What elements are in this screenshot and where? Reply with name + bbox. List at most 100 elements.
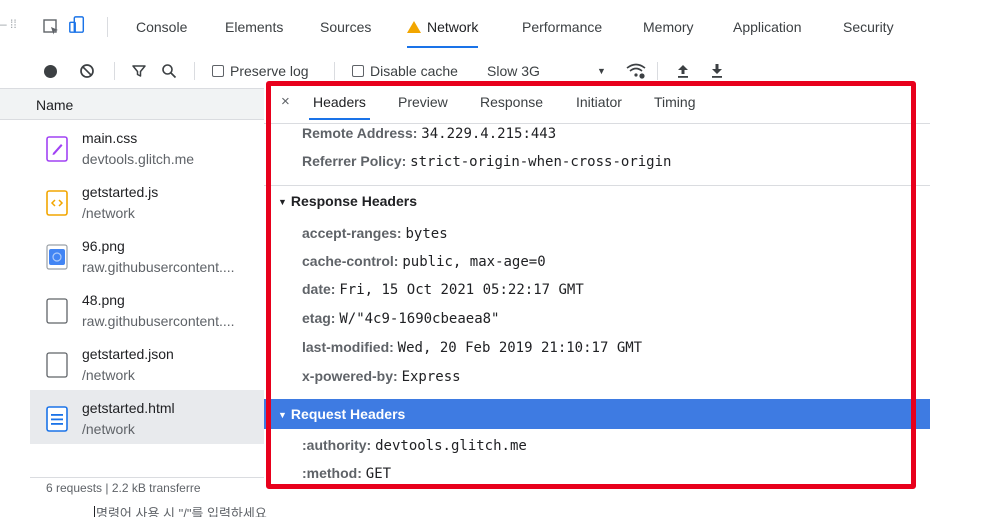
tab-network[interactable]: Network — [407, 8, 479, 61]
tab-elements[interactable]: Elements — [225, 8, 283, 46]
devtools-tab-bar: – ⁞⁞ Console Elements Sources Network Pe… — [0, 0, 930, 61]
header-value: 34.229.4.215:443 — [421, 126, 557, 142]
request-path: /network — [82, 205, 135, 221]
tab-sources[interactable]: Sources — [320, 8, 371, 46]
blank-file-icon — [46, 298, 68, 324]
triangle-down-icon: ▼ — [278, 410, 287, 420]
tab-timing[interactable]: Timing — [654, 94, 696, 110]
header-value: bytes — [405, 226, 448, 242]
drag-handle-icon[interactable]: – ⁞⁞ — [0, 17, 17, 31]
section-title: Request Headers — [290, 406, 406, 422]
response-header-row: date: Fri, 15 Oct 2021 05:22:17 GMT — [302, 281, 584, 298]
tab-console[interactable]: Console — [136, 8, 187, 46]
command-hint-text: 명령어 사용 시 "/"를 입력하세요 — [96, 506, 267, 517]
header-key: Remote Address: — [302, 125, 418, 141]
header-value: public, max-age=0 — [402, 254, 546, 270]
header-key: date: — [302, 281, 336, 297]
tab-response[interactable]: Response — [480, 94, 543, 110]
header-key: accept-ranges: — [302, 225, 402, 241]
image-file-icon — [46, 244, 68, 270]
tab-initiator[interactable]: Initiator — [576, 94, 622, 110]
response-header-row: last-modified: Wed, 20 Feb 2019 21:10:17… — [302, 339, 642, 356]
document-file-icon — [46, 406, 68, 432]
request-name: getstarted.js — [82, 184, 159, 200]
request-row-getstarted-json[interactable]: getstarted.json /network — [30, 336, 264, 390]
triangle-down-icon: ▼ — [278, 197, 287, 207]
tab-application[interactable]: Application — [733, 8, 802, 46]
import-har-icon[interactable] — [676, 63, 690, 79]
header-value: devtools.glitch.me — [375, 438, 527, 454]
request-name: main.css — [82, 130, 138, 146]
request-row-48-png[interactable]: 48.png raw.githubusercontent.... — [30, 282, 264, 336]
response-header-row: accept-ranges: bytes — [302, 225, 448, 242]
tab-security[interactable]: Security — [843, 8, 894, 46]
header-value: Wed, 20 Feb 2019 21:10:17 GMT — [397, 340, 643, 356]
response-header-row: cache-control: public, max-age=0 — [302, 253, 546, 270]
response-header-row: etag: W/"4c9-1690cbeaea8" — [302, 310, 500, 327]
request-path: devtools.glitch.me — [82, 151, 195, 167]
request-details-panel: × Headers Preview Response Initiator Tim… — [264, 80, 930, 488]
checkbox-icon — [352, 65, 364, 77]
export-har-icon[interactable] — [710, 63, 724, 79]
header-key: etag: — [302, 310, 336, 326]
js-file-icon — [46, 190, 68, 216]
inspect-element-icon[interactable] — [42, 18, 60, 36]
request-row-main-css[interactable]: main.css devtools.glitch.me — [30, 120, 264, 174]
header-key: cache-control: — [302, 253, 399, 269]
header-key: x-powered-by: — [302, 368, 398, 384]
disable-cache-label: Disable cache — [370, 63, 458, 79]
request-name: getstarted.json — [82, 346, 174, 362]
request-path: /network — [82, 367, 135, 383]
request-row-96-png[interactable]: 96.png raw.githubusercontent.... — [30, 228, 264, 282]
warning-icon — [407, 21, 421, 61]
header-value: strict-origin-when-cross-origin — [410, 154, 672, 170]
response-header-row: x-powered-by: Express — [302, 368, 461, 385]
request-name: 96.png — [82, 238, 125, 254]
request-headers-section[interactable]: ▼ Request Headers — [264, 399, 930, 429]
throttling-value: Slow 3G — [487, 63, 540, 79]
request-name: 48.png — [82, 292, 125, 308]
request-path: raw.githubusercontent.... — [82, 259, 235, 275]
tab-preview[interactable]: Preview — [398, 94, 448, 110]
clear-icon[interactable] — [79, 63, 95, 79]
request-summary: 6 requests | 2.2 kB transferre — [30, 477, 264, 497]
css-file-icon — [46, 136, 68, 162]
request-header-row: :method: GET — [302, 465, 391, 482]
request-row-getstarted-html[interactable]: getstarted.html /network — [30, 390, 264, 444]
tab-performance[interactable]: Performance — [522, 8, 602, 46]
header-key: :method: — [302, 465, 362, 481]
tab-headers[interactable]: Headers — [309, 94, 370, 120]
request-header-row: :authority: devtools.glitch.me — [302, 437, 527, 454]
search-icon[interactable] — [161, 63, 177, 79]
command-hint: 명령어 사용 시 "/"를 입력하세요 — [94, 503, 267, 517]
request-list: main.css devtools.glitch.me getstarted.j… — [30, 120, 264, 444]
header-value: Express — [401, 369, 461, 385]
close-icon[interactable]: × — [281, 93, 290, 110]
name-column-header[interactable]: Name — [0, 88, 264, 120]
header-value: W/"4c9-1690cbeaea8" — [339, 311, 500, 327]
request-path: /network — [82, 421, 135, 437]
text-caret — [94, 506, 95, 517]
record-icon[interactable] — [44, 65, 57, 78]
details-tab-bar: × Headers Preview Response Initiator Tim… — [264, 80, 930, 124]
response-headers-section[interactable]: ▼ Response Headers — [264, 185, 930, 215]
tab-memory[interactable]: Memory — [643, 8, 694, 46]
header-remote-address: Remote Address: 34.229.4.215:443 — [302, 125, 556, 142]
header-referrer-policy: Referrer Policy: strict-origin-when-cros… — [302, 153, 671, 170]
tab-network-label: Network — [427, 19, 479, 35]
header-value: GET — [365, 466, 392, 482]
header-key: :authority: — [302, 437, 372, 453]
header-key: last-modified: — [302, 339, 394, 355]
device-toolbar-icon[interactable] — [68, 16, 86, 34]
header-key: Referrer Policy: — [302, 153, 407, 169]
checkbox-icon — [212, 65, 224, 77]
filter-icon[interactable] — [131, 63, 147, 79]
network-conditions-icon[interactable] — [625, 62, 647, 80]
header-value: Fri, 15 Oct 2021 05:22:17 GMT — [339, 282, 584, 298]
request-path: raw.githubusercontent.... — [82, 313, 235, 329]
request-name: getstarted.html — [82, 400, 175, 416]
request-row-getstarted-js[interactable]: getstarted.js /network — [30, 174, 264, 228]
preserve-log-label: Preserve log — [230, 63, 309, 79]
section-title: Response Headers — [290, 193, 417, 209]
blank-file-icon — [46, 352, 68, 378]
